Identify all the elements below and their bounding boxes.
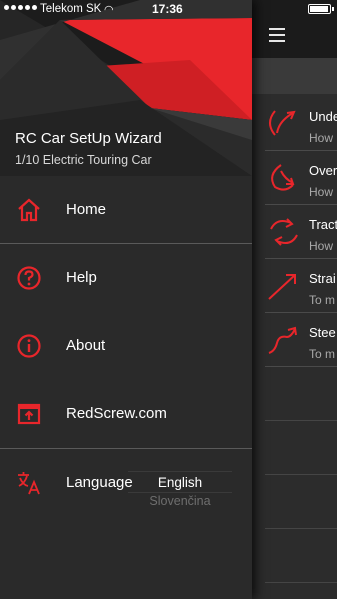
list-item-steering[interactable]: Stee To m [265, 313, 337, 367]
row-subtitle: To m [309, 347, 336, 361]
row-title: Over [309, 163, 337, 178]
menu-item-label: RedScrew.com [66, 405, 167, 422]
carrier-name: Telekom SK [40, 3, 102, 15]
empty-row-divider [265, 474, 337, 475]
empty-row-divider [265, 582, 337, 583]
help-circle-icon [17, 266, 41, 290]
empty-row-divider [265, 528, 337, 529]
row-subtitle: How [309, 131, 334, 145]
menu-item-label: About [66, 337, 106, 354]
row-title: Strai [309, 271, 336, 286]
info-icon [17, 334, 41, 358]
signal-strength-icon [4, 5, 37, 10]
menu-hamburger-icon[interactable] [269, 28, 285, 42]
row-subtitle: To m [309, 293, 336, 307]
understeer-arrow-icon [269, 110, 296, 136]
translate-icon [18, 472, 40, 495]
list-item-understeer[interactable]: Unde How [265, 97, 337, 151]
oversteer-arrow-icon [271, 164, 295, 191]
list-item-traction[interactable]: Tract How [265, 205, 337, 259]
menu-item-label: Home [66, 201, 107, 218]
status-bar: Telekom SK ◠ 17:36 [0, 0, 337, 18]
menu-item-redscrew[interactable]: RedScrew.com [0, 380, 252, 448]
status-time: 17:36 [152, 2, 183, 16]
app-subtitle: 1/10 Electric Touring Car [15, 153, 152, 167]
language-picker[interactable]: English Slovenčina [128, 471, 232, 513]
row-title: Stee [309, 325, 336, 340]
language-option-selected[interactable]: English [128, 471, 232, 493]
steering-zigzag-icon [268, 326, 297, 354]
menu-item-about[interactable]: About [0, 312, 252, 380]
menu-item-label: Language [66, 474, 133, 491]
drawer-header: RC Car SetUp Wizard 1/10 Electric Tourin… [0, 0, 252, 176]
navigation-drawer: RC Car SetUp Wizard 1/10 Electric Tourin… [0, 0, 252, 599]
empty-row-divider [265, 420, 337, 421]
app-title: RC Car SetUp Wizard [15, 130, 162, 147]
menu-item-help[interactable]: Help [0, 244, 252, 312]
row-title: Unde [309, 109, 337, 124]
traction-cycle-icon [270, 218, 298, 246]
menu-item-home[interactable]: Home [0, 176, 252, 244]
straight-arrow-icon [268, 274, 296, 300]
header-background-art [0, 0, 252, 176]
list-item-oversteer[interactable]: Over How [265, 151, 337, 205]
row-title: Tract [309, 217, 337, 232]
language-option[interactable]: Slovenčina [128, 492, 232, 510]
open-external-icon [17, 403, 41, 425]
home-icon [18, 198, 40, 222]
battery-icon [308, 4, 334, 14]
list-item-straight[interactable]: Strai To m [265, 259, 337, 313]
row-subtitle: How [309, 239, 334, 253]
wifi-icon: ◠ [104, 4, 114, 16]
menu-item-label: Help [66, 269, 97, 286]
row-subtitle: How [309, 185, 334, 199]
